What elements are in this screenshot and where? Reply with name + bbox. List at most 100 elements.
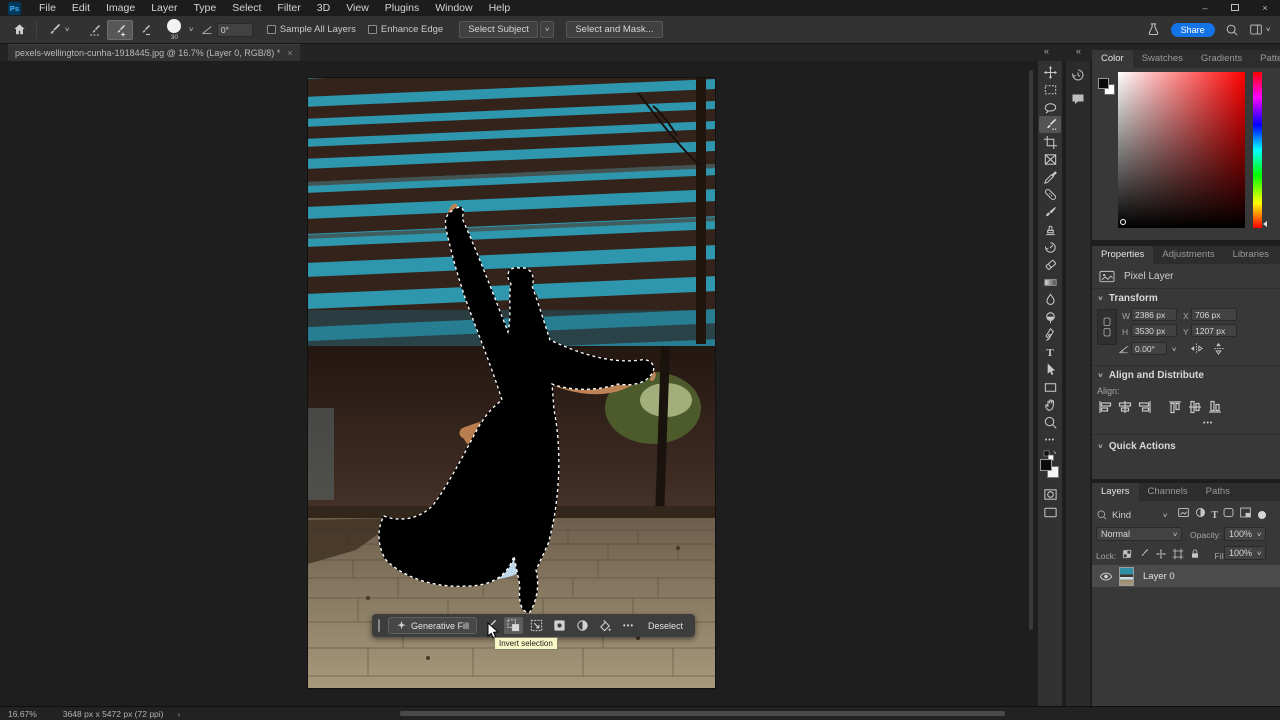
quick-actions-section-header[interactable]: ∨ Quick Actions: [1092, 441, 1280, 452]
filter-toggle-button[interactable]: [1258, 511, 1266, 519]
lock-position-button[interactable]: [1155, 547, 1167, 565]
workspace-switcher[interactable]: ∨: [1249, 23, 1270, 36]
deselect-button[interactable]: Deselect: [642, 621, 689, 631]
tab-adjustments[interactable]: Adjustments: [1153, 246, 1223, 264]
screen-mode-button[interactable]: [1039, 504, 1061, 521]
dodge-tool[interactable]: [1039, 309, 1061, 326]
eyedropper-tool[interactable]: [1039, 169, 1061, 186]
menu-3d[interactable]: 3D: [309, 0, 338, 16]
blur-tool[interactable]: [1039, 291, 1061, 308]
blend-mode-select[interactable]: Normal ∨: [1096, 527, 1182, 541]
tab-paths[interactable]: Paths: [1197, 483, 1239, 501]
eraser-tool[interactable]: [1039, 256, 1061, 273]
lock-all-button[interactable]: [1189, 547, 1201, 565]
canvas-vertical-scrollbar[interactable]: [1029, 70, 1033, 630]
lock-transparent-pixels-button[interactable]: [1121, 547, 1133, 565]
hue-slider[interactable]: [1253, 72, 1262, 228]
comments-panel-button[interactable]: [1069, 90, 1087, 108]
history-brush-tool[interactable]: [1039, 239, 1061, 256]
pen-tool[interactable]: [1039, 326, 1061, 343]
tab-properties[interactable]: Properties: [1092, 246, 1153, 264]
hue-slider-marker[interactable]: [1263, 221, 1267, 227]
color-panel-swatches[interactable]: [1098, 78, 1120, 100]
beta-flask-icon[interactable]: [1146, 22, 1161, 37]
collapse-toolbar-icon[interactable]: «: [1044, 46, 1048, 56]
create-adjustment-button[interactable]: [573, 617, 592, 634]
invert-selection-button[interactable]: [504, 617, 523, 634]
menu-edit[interactable]: Edit: [64, 0, 98, 16]
lock-image-pixels-button[interactable]: [1138, 547, 1150, 565]
document-image[interactable]: [308, 78, 715, 688]
brush-size-picker[interactable]: 30: [165, 18, 183, 42]
fill-selection-button[interactable]: [550, 617, 569, 634]
hand-tool[interactable]: [1039, 396, 1061, 413]
gradient-tool[interactable]: [1039, 274, 1061, 291]
constrain-proportions-toggle[interactable]: [1097, 309, 1117, 345]
search-icon[interactable]: [1225, 23, 1239, 37]
add-to-selection-mode-button[interactable]: [107, 20, 133, 40]
frame-tool[interactable]: [1039, 151, 1061, 168]
fill-input[interactable]: 100% ∨: [1224, 546, 1266, 560]
lasso-tool[interactable]: [1039, 99, 1061, 116]
taskbar-grip-handle[interactable]: [378, 619, 380, 632]
align-bottom-button[interactable]: [1207, 399, 1223, 420]
visibility-eye-icon[interactable]: [1099, 571, 1113, 582]
close-button[interactable]: ×: [1250, 0, 1280, 16]
menu-window[interactable]: Window: [427, 0, 480, 16]
menu-select[interactable]: Select: [224, 0, 269, 16]
layer-thumbnail[interactable]: [1119, 567, 1134, 586]
menu-help[interactable]: Help: [481, 0, 519, 16]
tab-layers[interactable]: Layers: [1092, 483, 1139, 501]
tab-libraries[interactable]: Libraries: [1224, 246, 1278, 264]
height-input[interactable]: 3530 px: [1131, 324, 1177, 337]
filter-kind-label[interactable]: Kind: [1112, 510, 1131, 521]
transform-selection-button[interactable]: [527, 617, 546, 634]
transform-section-header[interactable]: ∨ Transform: [1092, 293, 1280, 304]
opacity-input[interactable]: 100% ∨: [1224, 527, 1266, 541]
filter-shape-layers-button[interactable]: [1222, 506, 1235, 524]
color-picker-cursor[interactable]: [1120, 219, 1126, 225]
home-button[interactable]: [8, 20, 31, 40]
quick-mask-button[interactable]: [1039, 486, 1061, 503]
type-tool[interactable]: T: [1039, 344, 1061, 361]
menu-type[interactable]: Type: [185, 0, 224, 16]
tab-gradients[interactable]: Gradients: [1192, 50, 1251, 68]
align-center-horizontal-button[interactable]: [1117, 399, 1133, 420]
filter-adjustment-layers-button[interactable]: [1194, 506, 1207, 524]
align-more-button[interactable]: •••: [1203, 420, 1213, 427]
filter-pixel-layers-button[interactable]: [1177, 506, 1190, 524]
menu-file[interactable]: File: [31, 0, 64, 16]
select-and-mask-button[interactable]: Select and Mask...: [566, 21, 662, 38]
x-input[interactable]: 706 px: [1191, 308, 1237, 321]
enhance-edge-checkbox[interactable]: Enhance Edge: [368, 24, 443, 35]
filter-type-layers-button[interactable]: T: [1211, 510, 1218, 521]
zoom-tool[interactable]: [1039, 414, 1061, 431]
collapse-panels-icon[interactable]: «: [1076, 46, 1080, 56]
spot-healing-brush-tool[interactable]: [1039, 186, 1061, 203]
menu-plugins[interactable]: Plugins: [377, 0, 427, 16]
layer-name[interactable]: Layer 0: [1143, 571, 1175, 582]
align-section-header[interactable]: ∨ Align and Distribute: [1092, 370, 1280, 381]
tab-swatches[interactable]: Swatches: [1133, 50, 1192, 68]
flip-horizontal-button[interactable]: [1189, 341, 1204, 356]
taskbar-more-button[interactable]: •••: [619, 617, 638, 634]
status-arrow-icon[interactable]: ›: [178, 709, 181, 719]
selection-brush-tool[interactable]: [1039, 116, 1061, 133]
layer-row[interactable]: Layer 0: [1092, 565, 1280, 587]
flip-vertical-button[interactable]: [1211, 341, 1226, 356]
brush-angle-input[interactable]: 0°: [217, 23, 253, 37]
minimize-button[interactable]: –: [1190, 0, 1220, 16]
tab-color[interactable]: Color: [1092, 50, 1133, 68]
menu-filter[interactable]: Filter: [269, 0, 308, 16]
generative-expand-button[interactable]: [596, 617, 615, 634]
menu-view[interactable]: View: [338, 0, 377, 16]
canvas-horizontal-scrollbar[interactable]: [400, 711, 1005, 716]
color-saturation-brightness-picker[interactable]: [1118, 72, 1245, 228]
align-right-button[interactable]: [1137, 399, 1153, 420]
tab-patterns[interactable]: Patterns: [1251, 50, 1280, 68]
foreground-background-swatches[interactable]: [1040, 459, 1062, 481]
tab-channels[interactable]: Channels: [1139, 483, 1197, 501]
select-subject-button[interactable]: Select Subject: [459, 21, 538, 38]
path-selection-tool[interactable]: [1039, 361, 1061, 378]
rectangle-tool[interactable]: [1039, 379, 1061, 396]
